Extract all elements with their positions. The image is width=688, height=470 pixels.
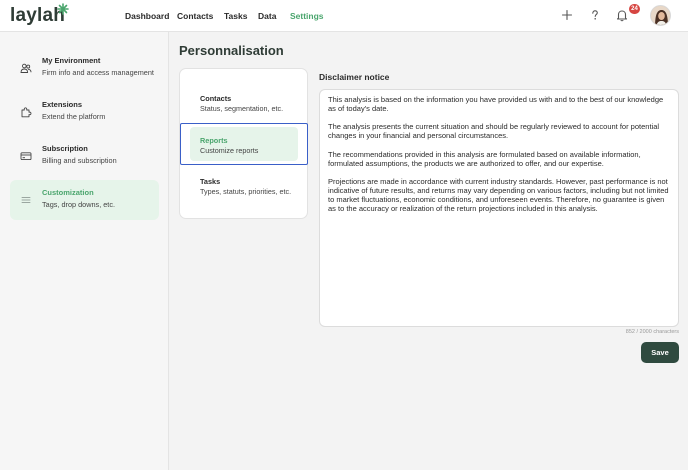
- category-subtitle: Types, statuts, priorities, etc.: [200, 187, 292, 196]
- sidebar-item-subscription[interactable]: Subscription Billing and subscription: [10, 136, 159, 176]
- sidebar-item-title: Customization: [42, 188, 94, 197]
- sidebar-item-subtitle: Tags, drop downs, etc.: [42, 200, 116, 209]
- nav-data[interactable]: Data: [258, 11, 276, 21]
- category-subtitle: Status, segmentation, etc.: [200, 104, 284, 113]
- nav-contacts[interactable]: Contacts: [177, 11, 213, 21]
- sidebar-item-extensions[interactable]: Extensions Extend the platform: [10, 92, 159, 132]
- user-photo-icon: [651, 6, 670, 25]
- sidebar-item-customization[interactable]: Customization Tags, drop downs, etc.: [10, 180, 159, 220]
- sidebar-item-subtitle: Extend the platform: [42, 112, 106, 121]
- sidebar-item-title: My Environment: [42, 56, 101, 65]
- page-title: Personnalisation: [179, 43, 284, 58]
- notification-badge: 24: [629, 4, 640, 14]
- sidebar-item-subtitle: Billing and subscription: [42, 156, 117, 165]
- settings-sidebar: My Environment Firm info and access mana…: [0, 32, 169, 470]
- nav-tasks[interactable]: Tasks: [224, 11, 247, 21]
- users-icon: [20, 63, 32, 73]
- category-subtitle: Customize reports: [200, 146, 259, 155]
- category-title: Reports: [200, 136, 228, 145]
- avatar[interactable]: [650, 5, 671, 26]
- disclaimer-label: Disclaimer notice: [319, 72, 390, 82]
- sparkle-icon: [57, 3, 69, 15]
- save-button[interactable]: Save: [641, 342, 679, 363]
- credit-card-icon: [20, 152, 32, 161]
- sidebar-item-subtitle: Firm info and access management: [42, 68, 154, 77]
- puzzle-icon: [21, 107, 32, 118]
- disclaimer-textarea[interactable]: This analysis is based on the informatio…: [319, 89, 679, 327]
- category-item-tasks[interactable]: Tasks Types, statuts, priorities, etc.: [200, 177, 300, 199]
- character-counter: 852 / 2000 characters: [625, 329, 679, 335]
- sidebar-item-title: Extensions: [42, 100, 83, 109]
- bell-icon[interactable]: [615, 8, 629, 22]
- category-item-contacts[interactable]: Contacts Status, segmentation, etc.: [200, 94, 300, 116]
- category-title: Tasks: [200, 177, 221, 186]
- nav-dashboard[interactable]: Dashboard: [125, 11, 169, 21]
- top-navigation-bar: laylah Dashboard Contacts Tasks Data Set…: [0, 0, 688, 32]
- category-title: Contacts: [200, 94, 232, 103]
- plus-icon[interactable]: [560, 8, 574, 22]
- nav-settings[interactable]: Settings: [290, 11, 324, 21]
- sidebar-item-my-environment[interactable]: My Environment Firm info and access mana…: [10, 48, 159, 88]
- lines-icon: [21, 197, 31, 203]
- help-icon[interactable]: [588, 8, 602, 22]
- category-item-reports[interactable]: Reports Customize reports: [180, 123, 308, 165]
- sidebar-item-title: Subscription: [42, 144, 88, 153]
